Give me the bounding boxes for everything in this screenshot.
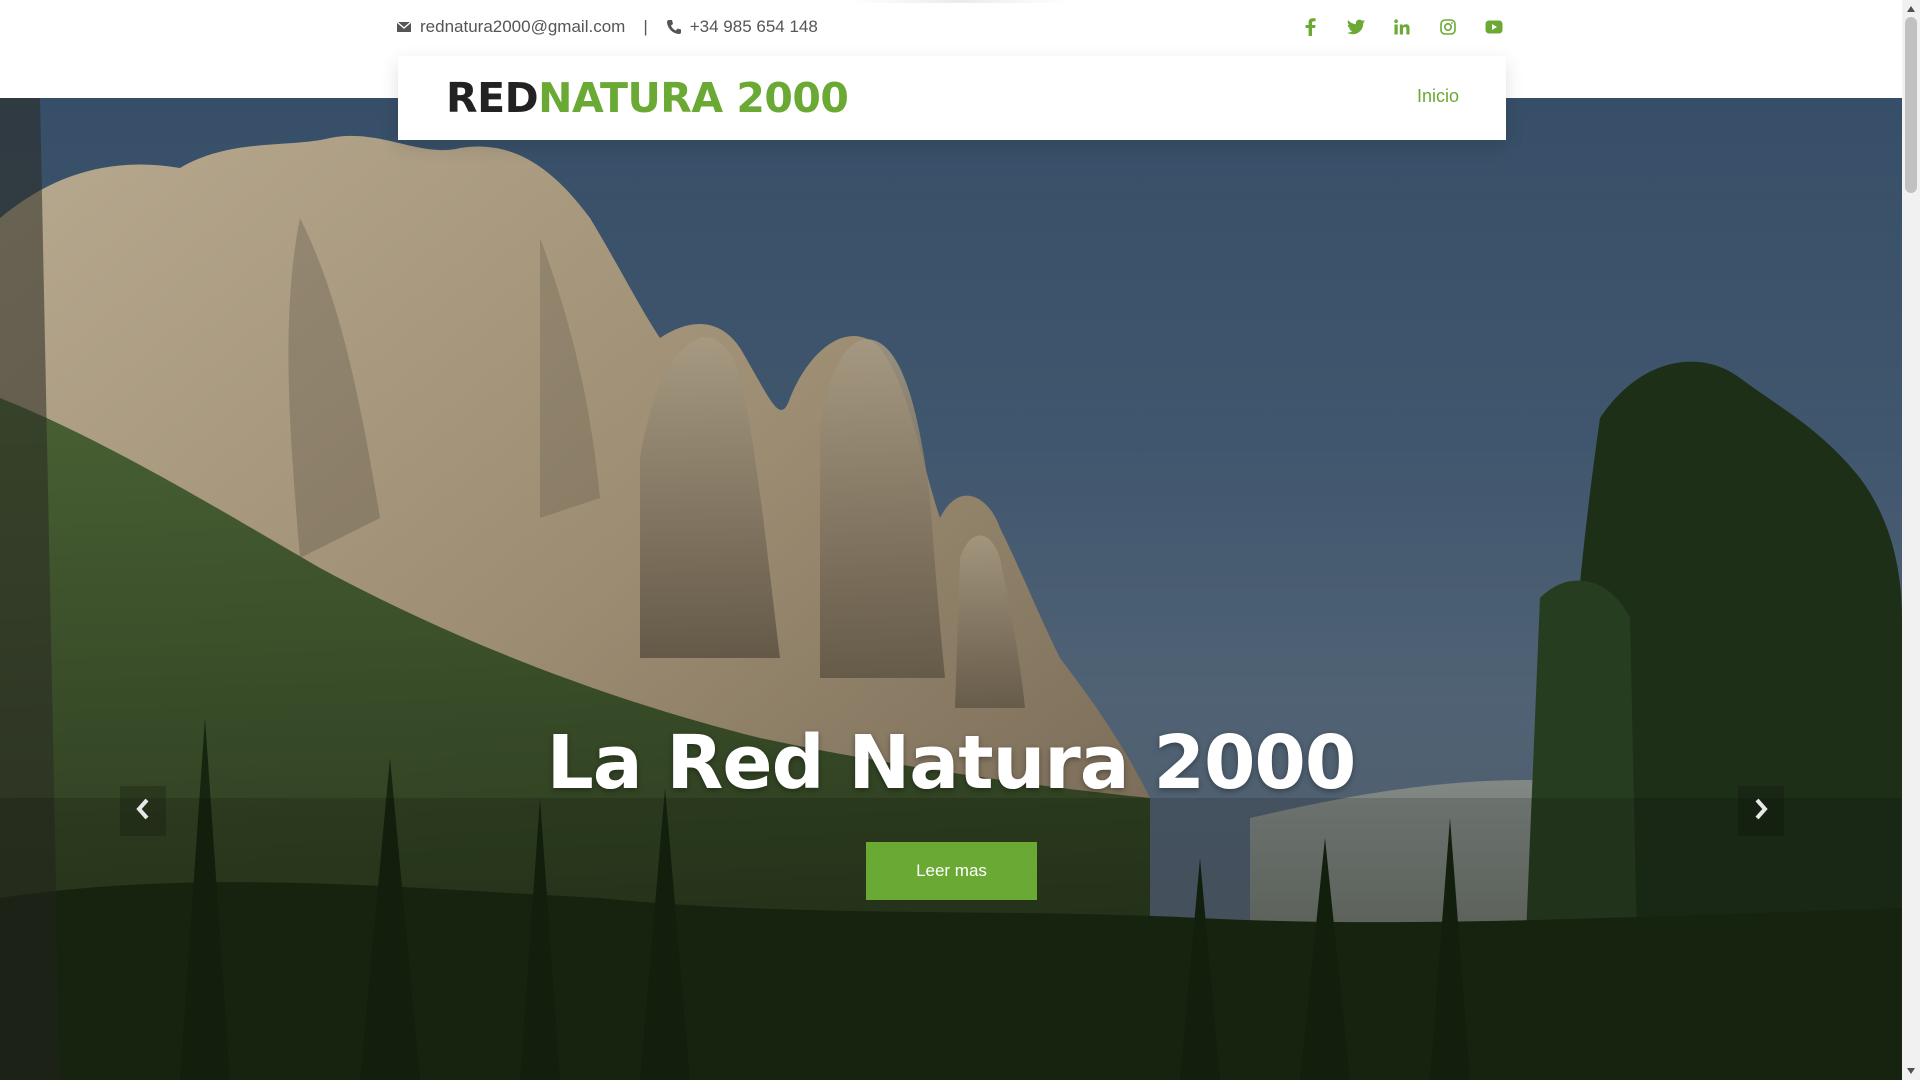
facebook-icon[interactable]	[1300, 17, 1320, 37]
contact-info: rednatura2000@gmail.com | +34 985 654 14…	[396, 16, 818, 38]
hero-background-image	[0, 98, 1902, 1080]
nav-link-inicio[interactable]: Inicio	[1417, 86, 1459, 107]
phone-icon	[666, 19, 682, 35]
hero-title: La Red Natura 2000	[546, 720, 1357, 806]
youtube-icon[interactable]	[1484, 17, 1504, 37]
instagram-icon[interactable]	[1438, 17, 1458, 37]
scroll-up-arrow-icon[interactable]	[1906, 4, 1916, 14]
read-more-button[interactable]: Leer mas	[866, 842, 1037, 900]
chevron-right-icon	[1753, 798, 1769, 825]
slider-prev-button[interactable]	[120, 786, 166, 836]
hero-slider: La Red Natura 2000 Leer mas	[0, 98, 1902, 1080]
envelope-icon	[396, 19, 412, 35]
main-header: REDNATURA 2000 Inicio	[398, 56, 1506, 140]
social-links	[1300, 14, 1504, 40]
scrollbar-thumb[interactable]	[1905, 17, 1917, 193]
page-scrollbar[interactable]	[1902, 0, 1920, 1080]
top-shadow-notch	[850, 0, 1070, 3]
contact-email[interactable]: rednatura2000@gmail.com	[420, 17, 625, 37]
logo-part-natura: NATURA 2000	[538, 74, 849, 122]
linkedin-icon[interactable]	[1392, 17, 1412, 37]
site-logo[interactable]: REDNATURA 2000	[446, 74, 849, 122]
contact-separator: |	[643, 17, 648, 36]
contact-phone[interactable]: +34 985 654 148	[690, 17, 818, 37]
logo-part-red: RED	[446, 74, 539, 122]
chevron-left-icon	[135, 798, 151, 825]
twitter-icon[interactable]	[1346, 17, 1366, 37]
slider-next-button[interactable]	[1738, 786, 1784, 836]
scroll-down-arrow-icon[interactable]	[1906, 1066, 1916, 1076]
